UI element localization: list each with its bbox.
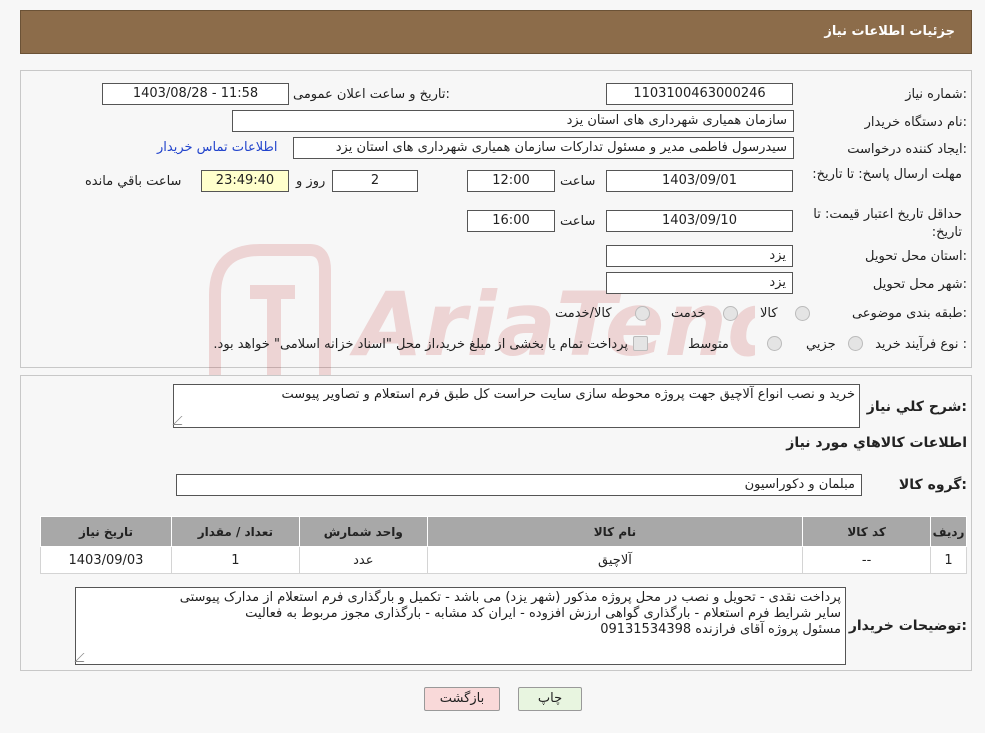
- category-option-goods-service: کالا/خدمت: [555, 306, 612, 321]
- need-number-field: 1103100463000246: [606, 83, 793, 105]
- process-radio-medium[interactable]: [767, 336, 782, 351]
- city-field: یزد: [606, 272, 793, 294]
- process-radio-minor[interactable]: [848, 336, 863, 351]
- validity-date-field: 1403/09/10: [606, 210, 793, 232]
- back-button[interactable]: بازگشت: [424, 687, 500, 711]
- treasury-checkbox[interactable]: [633, 336, 648, 351]
- print-button[interactable]: چاپ: [518, 687, 582, 711]
- days-field: 2: [332, 170, 418, 192]
- deadline-time-label: ساعت: [560, 174, 596, 189]
- buyer-notes-label: توضیحات خریدار:: [848, 618, 967, 634]
- validity-time-label: ساعت: [560, 214, 596, 229]
- goods-info-title: اطلاعات کالاهاي مورد نياز: [786, 435, 967, 451]
- need-description-label: شرح کلي نياز:: [866, 399, 967, 415]
- days-label: روز و: [296, 174, 326, 189]
- city-label: شهر محل تحویل:: [872, 277, 967, 292]
- category-radio-goods[interactable]: [795, 306, 810, 321]
- announce-label: تاریخ و ساعت اعلان عمومی:: [293, 87, 450, 102]
- resize-handle-icon[interactable]: [172, 416, 191, 425]
- province-field: یزد: [606, 245, 793, 267]
- category-label: طبقه بندی موضوعی:: [851, 306, 967, 321]
- table-row: 1 -- آلاچیق عدد 1 1403/09/03: [40, 546, 967, 574]
- announce-field: 1403/08/28 - 11:58: [102, 83, 289, 105]
- remaining-label: ساعت باقي مانده: [85, 174, 182, 189]
- deadline-time-field: 12:00: [467, 170, 555, 192]
- page-title: جزئیات اطلاعات نیاز: [824, 24, 955, 39]
- goods-group-label: گروه کالا:: [898, 477, 967, 493]
- cell-name: آلاچیق: [426, 546, 804, 574]
- need-description-field[interactable]: خرید و نصب انواع آلاچیق جهت پروژه محوطه …: [172, 384, 860, 428]
- validity-label: حداقل تاریخ اعتبار قیمت: تا تاریخ:: [813, 207, 962, 240]
- col-quantity: تعداد / مقدار: [170, 516, 300, 547]
- deadline-date-field: 1403/09/01: [606, 170, 793, 192]
- buyer-notes-line-2: سایر شرایط فرم استعلام - بارگذاری گواهی …: [245, 606, 841, 621]
- buyer-org-field: سازمان همیاری شهرداری های استان یزد: [232, 110, 794, 132]
- process-option-minor: جزیي: [806, 337, 836, 352]
- category-radio-service[interactable]: [723, 306, 738, 321]
- cell-quantity: 1: [170, 546, 300, 574]
- col-unit: واحد شمارش: [298, 516, 428, 547]
- cell-row: 1: [930, 546, 967, 574]
- buyer-notes-line-3: مسئول پروژه آقای فرازنده 09131534398: [600, 622, 841, 637]
- remaining-time-field: 23:49:40: [201, 170, 289, 192]
- category-option-service: خدمت: [671, 306, 706, 321]
- cell-unit: عدد: [298, 546, 428, 574]
- col-name: نام کالا: [426, 516, 804, 547]
- col-row: رديف: [930, 516, 967, 547]
- creator-label: ایجاد کننده درخواست:: [847, 142, 967, 157]
- buyer-org-label: نام دستگاه خریدار:: [864, 115, 967, 130]
- category-option-goods: کالا: [760, 306, 778, 321]
- creator-field: سیدرسول فاطمی مدیر و مسئول تدارکات سازما…: [293, 137, 794, 159]
- col-date: تاريخ نياز: [40, 516, 172, 547]
- cell-date: 1403/09/03: [40, 546, 172, 574]
- process-label: نوع فرآیند خرید :: [875, 337, 967, 352]
- province-label: استان محل تحویل:: [865, 249, 967, 264]
- resize-handle-icon[interactable]: [74, 653, 93, 662]
- process-option-medium: متوسط: [688, 337, 729, 352]
- goods-table-header: رديف کد کالا نام کالا واحد شمارش تعداد /…: [40, 516, 967, 547]
- buyer-contact-link[interactable]: اطلاعات تماس خریدار: [157, 140, 277, 155]
- cell-code: --: [802, 546, 932, 574]
- deadline-label: مهلت ارسال پاسخ: تا تاریخ:: [812, 167, 962, 182]
- need-number-label: شماره نیاز:: [905, 87, 967, 102]
- category-radio-goods-service[interactable]: [635, 306, 650, 321]
- goods-group-field: مبلمان و دکوراسیون: [176, 474, 862, 496]
- process-note: پرداخت تمام یا بخشی از مبلغ خرید،از محل …: [213, 337, 628, 352]
- validity-time-field: 16:00: [467, 210, 555, 232]
- goods-table: رديف کد کالا نام کالا واحد شمارش تعداد /…: [40, 516, 967, 574]
- buyer-notes-line-1: پرداخت نقدی - تحویل و نصب در محل پروژه م…: [179, 590, 841, 605]
- page-header: جزئیات اطلاعات نیاز: [20, 10, 972, 54]
- need-description-text: خرید و نصب انواع آلاچیق جهت پروژه محوطه …: [281, 387, 855, 402]
- col-code: کد کالا: [802, 516, 932, 547]
- buyer-notes-field[interactable]: پرداخت نقدی - تحویل و نصب در محل پروژه م…: [74, 587, 846, 665]
